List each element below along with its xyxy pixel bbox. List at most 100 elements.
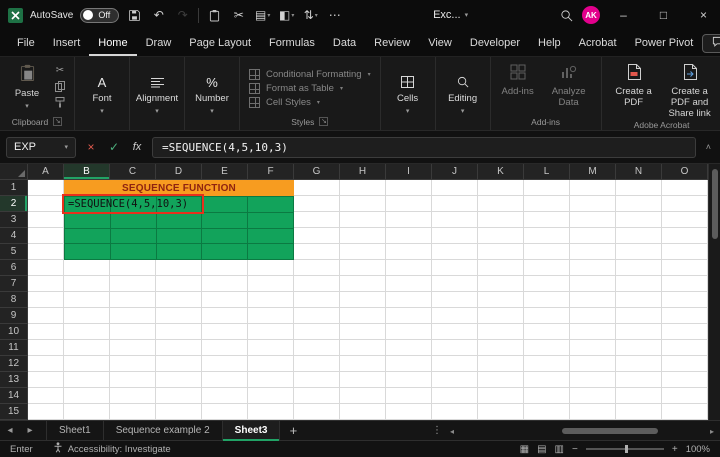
formula-bar-expand-icon[interactable]: ˄ — [703, 142, 714, 152]
cell-B6[interactable] — [64, 260, 110, 276]
cell-L14[interactable] — [524, 388, 570, 404]
cell-A11[interactable] — [28, 340, 64, 356]
cell-I6[interactable] — [386, 260, 432, 276]
green-cell[interactable] — [248, 244, 294, 260]
cell-E15[interactable] — [202, 404, 248, 420]
cancel-entry-button[interactable]: × — [83, 140, 99, 154]
cell-J9[interactable] — [432, 308, 478, 324]
green-cell[interactable] — [65, 213, 111, 229]
cell-E7[interactable] — [202, 276, 248, 292]
cut-icon[interactable]: ✂ — [52, 64, 68, 77]
create-pdf-share-button[interactable]: Create a PDF and Share link — [662, 59, 718, 120]
cell-F14[interactable] — [248, 388, 294, 404]
cell-M5[interactable] — [570, 244, 616, 260]
cell-D9[interactable] — [156, 308, 202, 324]
cell-M12[interactable] — [570, 356, 616, 372]
cell-G9[interactable] — [294, 308, 340, 324]
green-cell[interactable] — [248, 197, 294, 213]
cell-G11[interactable] — [294, 340, 340, 356]
cell-C13[interactable] — [110, 372, 156, 388]
comments-button[interactable]: Comments — [702, 34, 720, 53]
cell-N8[interactable] — [616, 292, 662, 308]
font-group-button[interactable]: A Font ▾ — [79, 73, 125, 117]
cell-B9[interactable] — [64, 308, 110, 324]
clipboard-icon[interactable] — [206, 6, 223, 25]
horizontal-scroll-track[interactable] — [459, 427, 705, 435]
row-header-2[interactable]: 2 — [0, 196, 28, 212]
green-cell[interactable] — [65, 229, 111, 245]
cell-B8[interactable] — [64, 292, 110, 308]
cell-D10[interactable] — [156, 324, 202, 340]
cell-A5[interactable] — [28, 244, 64, 260]
user-avatar[interactable]: AK — [582, 6, 600, 24]
column-header-K[interactable]: K — [478, 164, 524, 180]
cell-G13[interactable] — [294, 372, 340, 388]
green-cell[interactable] — [202, 213, 248, 229]
cell-L11[interactable] — [524, 340, 570, 356]
cell-N14[interactable] — [616, 388, 662, 404]
cell-I3[interactable] — [386, 212, 432, 228]
cell-E9[interactable] — [202, 308, 248, 324]
borders-icon[interactable]: ▤▾ — [254, 6, 271, 25]
cell-A9[interactable] — [28, 308, 64, 324]
cell-E10[interactable] — [202, 324, 248, 340]
cell-A3[interactable] — [28, 212, 64, 228]
cell-J14[interactable] — [432, 388, 478, 404]
green-cell[interactable] — [202, 229, 248, 245]
page-break-view-icon[interactable]: ▥ — [555, 444, 564, 455]
cell-N3[interactable] — [616, 212, 662, 228]
cell-M11[interactable] — [570, 340, 616, 356]
row-header-9[interactable]: 9 — [0, 308, 28, 324]
cell-M3[interactable] — [570, 212, 616, 228]
cell-C6[interactable] — [110, 260, 156, 276]
cell-F15[interactable] — [248, 404, 294, 420]
cell-K2[interactable] — [478, 196, 524, 212]
cell-I11[interactable] — [386, 340, 432, 356]
cell-K3[interactable] — [478, 212, 524, 228]
cell-I8[interactable] — [386, 292, 432, 308]
zoom-slider[interactable] — [586, 448, 664, 450]
cell-G14[interactable] — [294, 388, 340, 404]
normal-view-icon[interactable]: ▦ — [520, 444, 529, 455]
cell-styles-button[interactable]: Cell Styles▾ — [244, 96, 376, 109]
cell-C15[interactable] — [110, 404, 156, 420]
cell-K10[interactable] — [478, 324, 524, 340]
cell-C12[interactable] — [110, 356, 156, 372]
cell-I12[interactable] — [386, 356, 432, 372]
cell-J4[interactable] — [432, 228, 478, 244]
cell-L8[interactable] — [524, 292, 570, 308]
cell-J7[interactable] — [432, 276, 478, 292]
cell-F6[interactable] — [248, 260, 294, 276]
save-icon[interactable] — [126, 6, 143, 25]
row-header-13[interactable]: 13 — [0, 372, 28, 388]
cell-N6[interactable] — [616, 260, 662, 276]
ribbon-tab-data[interactable]: Data — [324, 30, 365, 56]
clipboard-dialog-launcher-icon[interactable]: ↘ — [53, 117, 62, 126]
cell-G5[interactable] — [294, 244, 340, 260]
cell-M13[interactable] — [570, 372, 616, 388]
column-header-H[interactable]: H — [340, 164, 386, 180]
cell-M15[interactable] — [570, 404, 616, 420]
column-header-A[interactable]: A — [28, 164, 64, 180]
cell-L3[interactable] — [524, 212, 570, 228]
cut-icon[interactable]: ✂ — [230, 6, 247, 25]
insert-function-button[interactable]: fx — [129, 141, 145, 153]
cell-K15[interactable] — [478, 404, 524, 420]
vertical-scroll-thumb[interactable] — [712, 169, 718, 239]
row-header-5[interactable]: 5 — [0, 244, 28, 260]
cell-N15[interactable] — [616, 404, 662, 420]
cell-J3[interactable] — [432, 212, 478, 228]
sheet-tab-sequence-example-2[interactable]: Sequence example 2 — [104, 421, 223, 441]
cell-O6[interactable] — [662, 260, 708, 276]
cell-D13[interactable] — [156, 372, 202, 388]
cell-G7[interactable] — [294, 276, 340, 292]
cell-N13[interactable] — [616, 372, 662, 388]
zoom-level[interactable]: 100% — [686, 444, 710, 455]
green-cell[interactable] — [202, 244, 248, 260]
cell-I7[interactable] — [386, 276, 432, 292]
column-header-N[interactable]: N — [616, 164, 662, 180]
cell-A7[interactable] — [28, 276, 64, 292]
cell-O13[interactable] — [662, 372, 708, 388]
cell-E12[interactable] — [202, 356, 248, 372]
cell-J2[interactable] — [432, 196, 478, 212]
